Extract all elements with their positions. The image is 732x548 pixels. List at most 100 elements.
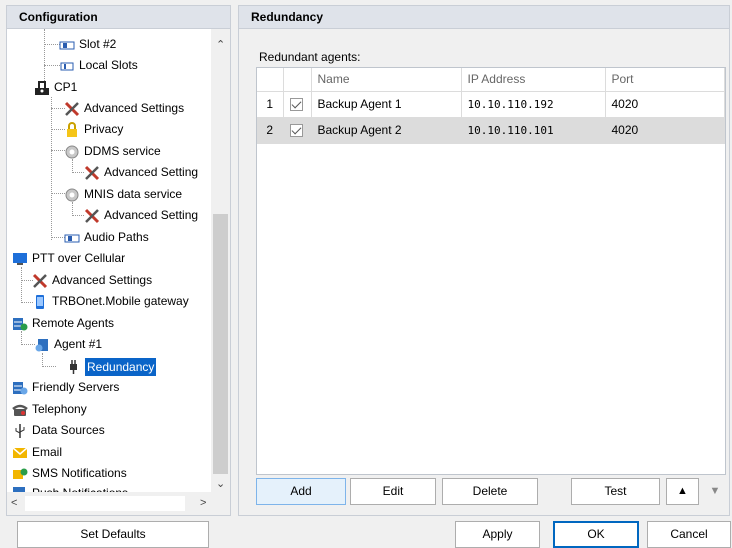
- tree-item-label: Email: [32, 445, 63, 459]
- configuration-header: Configuration: [6, 5, 231, 29]
- tree-hscroll-thumb[interactable]: [25, 496, 185, 511]
- tree-item-local-slots[interactable]: Local Slots: [59, 55, 138, 76]
- site-icon: [34, 80, 50, 96]
- tree-item-label: Agent #1: [54, 337, 103, 351]
- checkbox-header: [283, 68, 312, 92]
- delete-button[interactable]: Delete: [442, 478, 538, 505]
- tree-item-cp1[interactable]: CP1: [34, 77, 77, 98]
- tree-line: [44, 65, 60, 66]
- move-up-button[interactable]: ▲: [666, 478, 699, 505]
- scroll-right-arrow-icon[interactable]: >: [200, 497, 206, 509]
- redundant-agents-grid[interactable]: Name IP Address Port 1 Backup Agent 1 10…: [256, 67, 726, 475]
- tree-item-label: Advanced Settings: [84, 101, 185, 115]
- tree-item-sms-notifications[interactable]: SMS Notifications: [12, 463, 127, 484]
- tree-line: [51, 129, 65, 130]
- tree-vertical-scrollbar[interactable]: ⌃ ⌄: [211, 29, 230, 492]
- tree-item-label: DDMS service: [84, 144, 161, 158]
- row-number-header: [257, 68, 284, 92]
- tools-icon: [32, 273, 48, 289]
- column-header-name[interactable]: Name: [311, 68, 462, 92]
- tree-item-friendly-servers[interactable]: Friendly Servers: [12, 377, 119, 398]
- tree-scroll-thumb[interactable]: [213, 214, 228, 474]
- tree-item-mnis-advanced-setting[interactable]: Advanced Setting: [84, 205, 198, 226]
- agent-ip-cell[interactable]: 10.10.110.101: [461, 117, 606, 144]
- row-number: 2: [257, 117, 284, 144]
- tree-horizontal-scrollbar[interactable]: < >: [7, 492, 230, 515]
- tree-item-ptt-over-cellular[interactable]: PTT over Cellular: [12, 248, 125, 269]
- tools-icon: [64, 101, 80, 117]
- row-enabled-checkbox[interactable]: [289, 98, 303, 112]
- tree-item-audio-paths[interactable]: Audio Paths: [64, 227, 149, 248]
- tree-item-data-sources[interactable]: Data Sources: [12, 420, 105, 441]
- usb-icon: [12, 423, 28, 439]
- tree-item-ptt-advanced-settings[interactable]: Advanced Settings: [32, 270, 152, 291]
- tree-item-label: Advanced Settings: [52, 273, 153, 287]
- tree-item-remote-agents[interactable]: Remote Agents: [12, 313, 114, 334]
- agent-port-cell[interactable]: 4020: [605, 91, 725, 118]
- add-button[interactable]: Add: [256, 478, 346, 505]
- cancel-button[interactable]: Cancel: [647, 521, 731, 548]
- tree-item-label: Slot #2: [79, 37, 117, 51]
- slot-icon: [59, 37, 75, 53]
- column-header-ip-address[interactable]: IP Address: [461, 68, 606, 92]
- scroll-down-arrow-icon[interactable]: ⌄: [216, 478, 225, 490]
- edit-button[interactable]: Edit: [350, 478, 436, 505]
- tree-item-label: Remote Agents: [32, 316, 115, 330]
- tree-item-label: Friendly Servers: [32, 380, 120, 394]
- tree-item-label: Data Sources: [32, 423, 105, 437]
- tree-item-privacy[interactable]: Privacy: [64, 119, 123, 140]
- server-icon: [12, 380, 28, 396]
- tree-line: [51, 97, 52, 240]
- tree-item-label: Audio Paths: [84, 230, 149, 244]
- agent-name-cell[interactable]: Backup Agent 2: [311, 117, 462, 144]
- tree-item-slot-2[interactable]: Slot #2: [59, 34, 116, 55]
- tree-item-label: Local Slots: [79, 58, 138, 72]
- tree-item-ddms-service[interactable]: DDMS service: [64, 141, 161, 162]
- tree-line: [44, 44, 60, 45]
- tree-line: [42, 353, 43, 367]
- gear-icon: [64, 187, 80, 203]
- redundancy-header: Redundancy: [238, 5, 730, 29]
- envelope-icon: [12, 445, 28, 461]
- agent-ip-cell[interactable]: 10.10.110.192: [461, 91, 606, 118]
- row-enabled-checkbox-cell[interactable]: [283, 91, 312, 118]
- ok-button[interactable]: OK: [553, 521, 639, 548]
- agent-port-cell[interactable]: 4020: [605, 117, 725, 144]
- tree-item-agent-1[interactable]: Agent #1: [34, 334, 102, 355]
- row-enabled-checkbox-cell[interactable]: [283, 117, 312, 144]
- tree-item-redundancy[interactable]: Redundancy: [65, 356, 157, 377]
- agent-icon: [34, 337, 50, 353]
- set-defaults-button[interactable]: Set Defaults: [17, 521, 209, 548]
- phone-icon: [32, 294, 48, 310]
- configuration-tree[interactable]: Slot #2 Local Slots CP1 Advanced Setting…: [6, 29, 231, 516]
- apply-button[interactable]: Apply: [455, 521, 540, 548]
- lock-icon: [64, 121, 80, 138]
- table-row[interactable]: 1 Backup Agent 1 10.10.110.192 4020: [257, 91, 725, 118]
- tree-item-mnis-data-service[interactable]: MNIS data service: [64, 184, 182, 205]
- tree-line: [51, 193, 65, 194]
- monitor-icon: [12, 251, 28, 267]
- table-row[interactable]: 2 Backup Agent 2 10.10.110.101 4020: [257, 117, 725, 144]
- tree-item-label: Privacy: [84, 122, 124, 136]
- telephone-icon: [12, 402, 28, 418]
- tree-item-email[interactable]: Email: [12, 442, 62, 463]
- tree-item-label: MNIS data service: [84, 187, 183, 201]
- tree-item-telephony[interactable]: Telephony: [12, 399, 87, 420]
- agent-name-cell[interactable]: Backup Agent 1: [311, 91, 462, 118]
- tree-item-advanced-settings[interactable]: Advanced Settings: [64, 98, 184, 119]
- tree-line: [51, 150, 65, 151]
- gear-icon: [64, 144, 80, 160]
- move-down-button[interactable]: ▼: [702, 478, 728, 505]
- tree-item-label: Redundancy: [85, 357, 157, 376]
- test-button[interactable]: Test: [571, 478, 660, 505]
- row-enabled-checkbox[interactable]: [289, 124, 303, 138]
- scroll-left-arrow-icon[interactable]: <: [11, 497, 17, 509]
- tree-item-trbonet-mobile-gateway[interactable]: TRBOnet.Mobile gateway: [32, 291, 189, 312]
- tree-line: [51, 237, 65, 238]
- scroll-up-arrow-icon[interactable]: ⌃: [216, 39, 225, 51]
- tree-item-label: TRBOnet.Mobile gateway: [52, 294, 189, 308]
- row-number: 1: [257, 91, 284, 118]
- tree-item-ddms-advanced-setting[interactable]: Advanced Setting: [84, 162, 198, 183]
- column-header-port[interactable]: Port: [605, 68, 725, 92]
- tree-item-label: Advanced Setting: [104, 165, 199, 179]
